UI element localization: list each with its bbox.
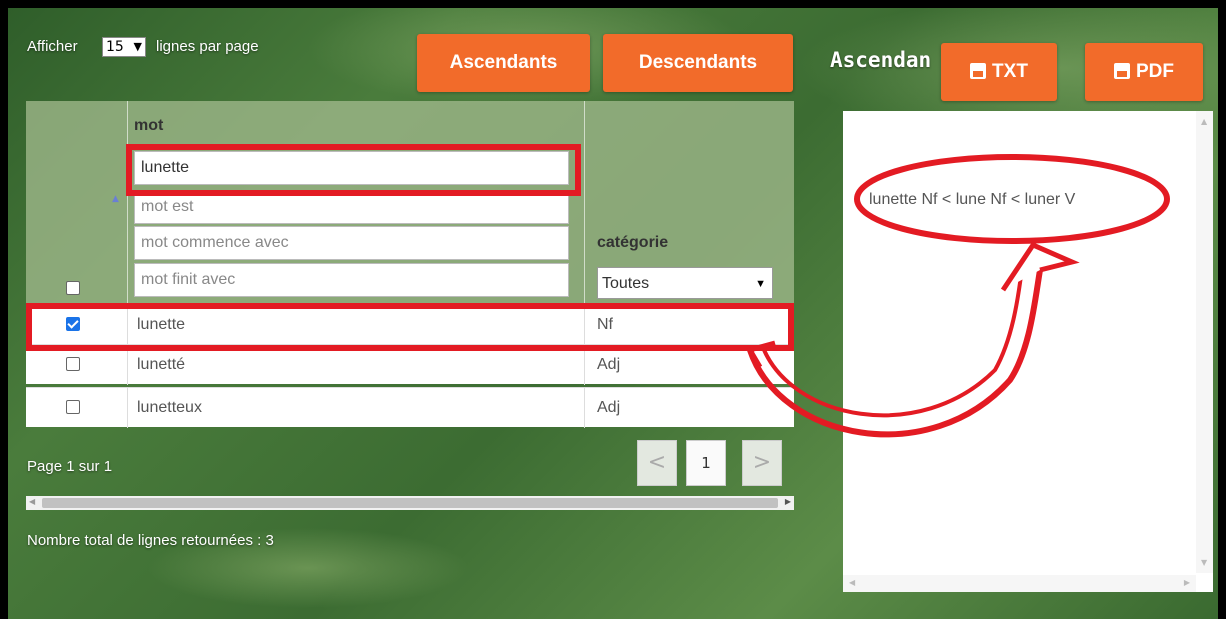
row-checkbox[interactable] <box>66 400 80 414</box>
chevron-down-icon: ▼ <box>755 278 766 290</box>
frame-border-right <box>1218 0 1226 619</box>
right-panel-title: Ascendan <box>830 48 932 72</box>
scroll-left-icon: ◀ <box>29 497 36 506</box>
table-row[interactable]: lunetteux Adj <box>26 387 794 428</box>
scroll-right-icon: ▶ <box>1183 578 1190 587</box>
screen: Afficher 15 ▼ lignes par page Ascendants… <box>0 0 1226 619</box>
categorie-select[interactable]: Toutes ▼ <box>597 267 773 299</box>
save-icon <box>1114 63 1130 79</box>
annotation-box-row <box>26 303 794 351</box>
table-horizontal-scrollbar[interactable]: ◀ ▶ <box>26 496 794 510</box>
prev-page-button[interactable]: < <box>637 440 677 486</box>
save-icon <box>970 63 987 79</box>
show-suffix-label: lignes par page <box>156 38 259 55</box>
select-all-checkbox[interactable] <box>66 281 80 295</box>
result-text: lunette Nf < lune Nf < luner V <box>869 191 1076 208</box>
mot-commence-input[interactable]: mot commence avec <box>134 226 569 260</box>
pdf-button[interactable]: PDF <box>1085 43 1203 101</box>
annotation-box-search <box>126 144 581 196</box>
chevron-left-icon: < <box>647 450 667 475</box>
descendants-button[interactable]: Descendants <box>603 34 793 92</box>
row-categorie: Adj <box>597 399 621 416</box>
column-categorie-header[interactable]: catégorie <box>597 234 668 252</box>
column-mot-header[interactable]: mot <box>134 117 163 135</box>
categorie-selected: Toutes <box>602 275 650 292</box>
chevron-right-icon: > <box>752 450 772 475</box>
vertical-scrollbar[interactable]: ▲ ▼ <box>1196 111 1213 573</box>
sort-asc-icon[interactable]: ▲ <box>112 194 119 204</box>
mot-finit-input[interactable]: mot finit avec <box>134 263 569 297</box>
page-1-button[interactable]: 1 <box>686 440 726 486</box>
chevron-down-icon: ▼ <box>133 40 142 53</box>
total-rows-label: Nombre total de lignes retournées : 3 <box>27 532 274 549</box>
scroll-right-icon: ▶ <box>784 497 791 506</box>
txt-button[interactable]: TXT <box>941 43 1057 101</box>
pdf-button-label: PDF <box>1136 61 1174 82</box>
txt-button-label: TXT <box>992 61 1028 82</box>
row-mot: lunetteux <box>137 399 202 416</box>
ascendants-button[interactable]: Ascendants <box>417 34 590 92</box>
scroll-down-icon: ▼ <box>1201 558 1208 567</box>
row-mot: lunetté <box>137 356 186 373</box>
scroll-up-icon: ▲ <box>1201 117 1208 126</box>
horizontal-scrollbar[interactable]: ◀ ▶ <box>843 575 1196 592</box>
page-info: Page 1 sur 1 <box>27 458 113 475</box>
frame-border-top <box>0 0 1226 8</box>
result-panel: lunette Nf < lune Nf < luner V ▲ ▼ ◀ ▶ <box>843 111 1213 592</box>
row-checkbox[interactable] <box>66 357 80 371</box>
frame-border-left <box>0 0 8 619</box>
next-page-button[interactable]: > <box>742 440 782 486</box>
rows-per-page-value: 15 <box>106 39 124 55</box>
row-categorie: Adj <box>597 356 621 373</box>
scrollbar-thumb[interactable] <box>42 498 778 508</box>
rows-per-page-select[interactable]: 15 ▼ <box>102 37 146 57</box>
page-number: 1 <box>701 454 711 472</box>
scroll-left-icon: ◀ <box>849 578 856 587</box>
show-prefix-label: Afficher <box>27 38 78 55</box>
